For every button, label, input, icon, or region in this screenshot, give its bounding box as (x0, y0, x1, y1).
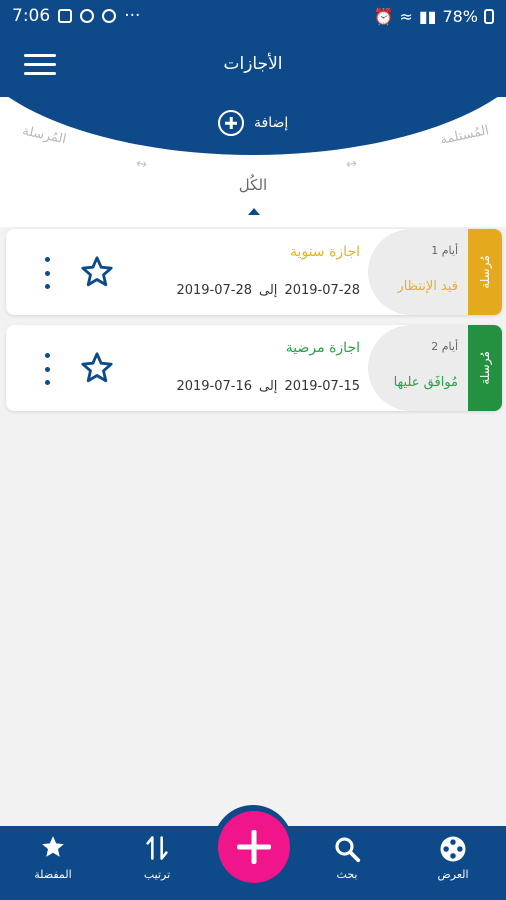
add-circle-icon (218, 110, 244, 136)
from-date: 2019-07-15 (284, 379, 360, 394)
status-time: 7:06 (12, 6, 51, 26)
leave-dates: 2019-07-28 إلى 2019-07-28 (176, 283, 360, 298)
nav-sort[interactable]: ترتيب (122, 834, 192, 881)
star-icon (42, 836, 64, 857)
tab-all[interactable]: الكُل (0, 176, 506, 194)
leave-summary-pill (368, 229, 468, 315)
from-date: 2019-07-28 (284, 283, 360, 298)
to-label: إلى (259, 283, 278, 298)
leave-card[interactable]: مُرسلة 1 أيام قيد الإنتظار اجازة سنوية 2… (6, 229, 502, 315)
leave-summary-pill (368, 325, 468, 411)
add-label: إضافة (254, 115, 289, 131)
leave-type: اجازة مرضية (285, 340, 360, 356)
nav-display-label: العرض (437, 868, 469, 881)
leave-state: قيد الإنتظار (397, 279, 458, 294)
wifi-icon: ≈ (399, 6, 413, 26)
nav-favorites[interactable]: المفضلة (18, 834, 88, 881)
more-options-icon[interactable] (42, 353, 52, 385)
page-title: الأجازات (223, 54, 283, 74)
to-date: 2019-07-16 (176, 379, 253, 394)
add-fab-button[interactable] (218, 811, 290, 883)
nav-favorites-label: المفضلة (34, 868, 72, 881)
nav-display[interactable]: العرض (418, 834, 488, 881)
battery-icon (484, 8, 494, 24)
film-reel-icon (440, 836, 466, 862)
battery-percent: 78% (442, 6, 478, 26)
gallery-icon (58, 9, 73, 23)
leave-card[interactable]: مُرسلة 2 أيام مُوافَق عليها اجازة مرضية … (6, 325, 502, 411)
nav-sort-label: ترتيب (143, 868, 171, 881)
favorite-star-icon[interactable] (80, 255, 114, 289)
sync-icon (102, 9, 117, 23)
signal-icon: ▮▮ (418, 6, 437, 26)
to-label: إلى (259, 379, 278, 394)
active-tab-marker (248, 208, 260, 215)
alarm-icon: ⏰ (373, 6, 394, 26)
status-tab: مُرسلة (468, 229, 502, 315)
sort-icon (146, 836, 168, 860)
search-icon (335, 837, 361, 863)
leave-state: مُوافَق عليها (393, 375, 458, 390)
more-notifications-icon: ··· (124, 6, 141, 26)
status-tab: مُرسلة (468, 325, 502, 411)
notification-icon (80, 9, 95, 23)
more-options-icon[interactable] (42, 257, 52, 289)
nav-search-label: بحث (336, 868, 358, 881)
swipe-arrow-icon: ↔ (344, 156, 359, 173)
app-bar: الأجازات (0, 32, 506, 98)
favorite-star-icon[interactable] (80, 351, 114, 385)
leave-days: 1 أيام (431, 244, 458, 257)
nav-search[interactable]: بحث (312, 834, 382, 881)
leave-type: اجازة سنوية (290, 244, 360, 260)
to-date: 2019-07-28 (176, 283, 253, 298)
leave-dates: 2019-07-15 إلى 2019-07-16 (176, 379, 360, 394)
status-bar: 7:06 ··· ⏰ ≈ ▮▮ 78% (0, 0, 506, 32)
add-leave-button[interactable]: إضافة (218, 110, 288, 136)
leave-days: 2 أيام (431, 340, 458, 353)
